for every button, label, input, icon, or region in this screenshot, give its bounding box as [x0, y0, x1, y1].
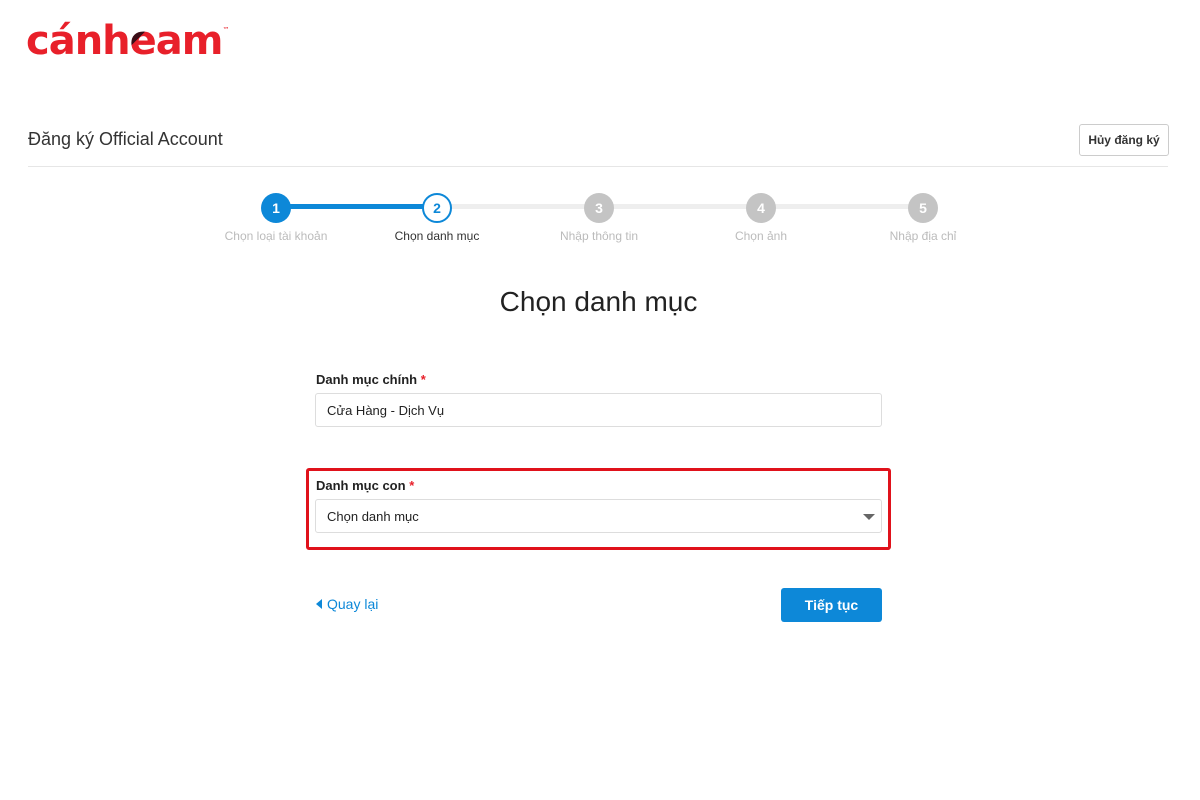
back-link[interactable]: Quay lại [316, 596, 378, 612]
logo: cánheam™ [26, 18, 229, 64]
step-label: Nhập thông tin [559, 229, 639, 243]
step-1: 1 [261, 193, 291, 223]
step-5: 5 [908, 193, 938, 223]
step-label: Chọn danh mục [394, 229, 480, 243]
logo-e: e [129, 18, 157, 64]
step-label: Nhập địa chỉ [889, 229, 957, 243]
sub-category-select[interactable]: Chọn danh mục [315, 499, 882, 533]
label-text: Danh mục con [316, 478, 406, 493]
stepper-track [437, 204, 599, 209]
select-value: Chọn danh mục [327, 508, 419, 524]
trademark: ™ [222, 26, 229, 34]
label-text: Danh mục chính [316, 372, 418, 387]
input-value: Cửa Hàng - Dịch Vụ [327, 402, 445, 418]
step-3: 3 [584, 193, 614, 223]
stepper-track [761, 204, 923, 209]
caret-down-icon [863, 514, 875, 520]
main-category-label: Danh mục chính * [316, 372, 426, 387]
back-label: Quay lại [327, 596, 379, 612]
logo-text: cánh [26, 18, 131, 64]
required-marker: * [409, 478, 415, 493]
section-heading: Chọn danh mục [499, 286, 698, 317]
sub-category-label: Danh mục con * [316, 478, 414, 493]
main-category-input[interactable]: Cửa Hàng - Dịch Vụ [315, 393, 882, 427]
stepper-track [276, 204, 437, 209]
step-label: Chọn loại tài khoản [224, 229, 328, 243]
step-4: 4 [746, 193, 776, 223]
page-title: Đăng ký Official Account [28, 129, 223, 149]
divider [28, 166, 1168, 167]
continue-button[interactable]: Tiếp tục [781, 588, 882, 622]
logo-text-end: am [155, 18, 224, 64]
stepper-track [599, 204, 761, 209]
cancel-registration-button[interactable]: Hủy đăng ký [1079, 124, 1169, 156]
required-marker: * [420, 372, 426, 387]
caret-left-icon [316, 599, 322, 609]
step-2: 2 [422, 193, 452, 223]
step-label: Chọn ảnh [734, 229, 788, 243]
